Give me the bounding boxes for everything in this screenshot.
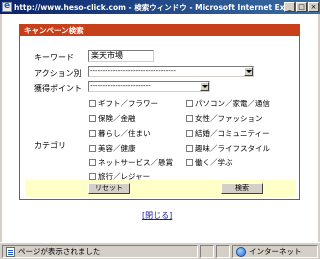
- checkbox[interactable]: [89, 159, 96, 166]
- category-label-text: 保険／金融: [98, 114, 136, 123]
- security-zone: インターネット: [249, 247, 302, 256]
- category-label-text: 結婚／コミュニティー: [195, 129, 270, 138]
- checkbox[interactable]: [89, 115, 96, 122]
- ie-icon: [2, 1, 12, 12]
- status-bar: ページが表示されました インターネット: [0, 242, 320, 259]
- category-label-text: パソコン／家電／通信: [195, 99, 270, 108]
- status-message: ページが表示されました: [18, 247, 101, 256]
- window-titlebar: http://www.heso-click.com - 検索ウィンドウ - Mi…: [0, 0, 320, 14]
- category-label-text: 暮らし／住まい: [98, 129, 151, 138]
- keyword-label: キーワード: [34, 53, 74, 62]
- category-label-text: 働く／学ぶ: [195, 158, 233, 167]
- page-content: キャンペーン検索 キーワード 楽天市場 アクション別 -------------…: [2, 14, 318, 242]
- status-message-cell: ページが表示されました: [2, 245, 198, 258]
- category-label-text: 女性／ファッション: [195, 114, 263, 123]
- security-zone-cell: インターネット: [232, 245, 318, 258]
- category-checkbox[interactable]: 美容／健康: [89, 143, 136, 154]
- checkbox[interactable]: [89, 145, 96, 152]
- campaign-search-panel: キャンペーン検索 キーワード 楽天市場 アクション別 -------------…: [19, 24, 300, 200]
- status-cell-empty: [216, 245, 230, 258]
- maximize-button[interactable]: □: [296, 2, 307, 12]
- reset-button[interactable]: リセット: [88, 183, 130, 194]
- category-checkbox[interactable]: パソコン／家電／通信: [186, 98, 270, 109]
- window-title: http://www.heso-click.com - 検索ウィンドウ - Mi…: [14, 2, 284, 12]
- category-checkbox[interactable]: 保険／金融: [89, 113, 136, 124]
- close-window-link[interactable]: [閉じる]: [142, 210, 172, 221]
- action-select[interactable]: ----------------------------------: [88, 66, 254, 77]
- checkbox[interactable]: [186, 159, 193, 166]
- category-label-text: 美容／健康: [98, 144, 136, 153]
- checkbox[interactable]: [89, 130, 96, 137]
- page-done-icon: [6, 246, 15, 257]
- category-checkbox[interactable]: 趣味／ライフスタイル: [186, 143, 270, 154]
- checkbox[interactable]: [186, 100, 193, 107]
- checkbox[interactable]: [186, 115, 193, 122]
- chevron-down-icon[interactable]: [200, 82, 209, 91]
- globe-icon: [236, 246, 246, 257]
- action-select-value: ----------------------------------: [90, 67, 176, 75]
- category-label-text: 趣味／ライフスタイル: [195, 144, 270, 153]
- category-label: カテゴリ: [34, 141, 66, 150]
- chevron-down-icon[interactable]: [244, 67, 253, 76]
- point-label: 獲得ポイント: [34, 84, 82, 93]
- category-checkbox[interactable]: 暮らし／住まい: [89, 128, 151, 139]
- category-checkbox[interactable]: ネットサービス／懸賞: [89, 157, 173, 168]
- status-cell-empty: [200, 245, 214, 258]
- action-label: アクション別: [34, 69, 82, 78]
- point-select[interactable]: ------------------------: [88, 81, 210, 92]
- checkbox[interactable]: [186, 130, 193, 137]
- checkbox[interactable]: [186, 145, 193, 152]
- panel-header: キャンペーン検索: [20, 25, 299, 36]
- category-checkbox[interactable]: 働く／学ぶ: [186, 157, 233, 168]
- checkbox[interactable]: [89, 100, 96, 107]
- checkbox[interactable]: [89, 173, 96, 180]
- category-checkbox[interactable]: ギフト／フラワー: [89, 98, 158, 109]
- category-checkbox[interactable]: 結婚／コミュニティー: [186, 128, 270, 139]
- point-select-value: ------------------------: [90, 82, 151, 90]
- category-label-text: ネットサービス／懸賞: [98, 158, 173, 167]
- category-checkbox[interactable]: 女性／ファッション: [186, 113, 263, 124]
- search-button[interactable]: 検索: [221, 183, 263, 194]
- minimize-button[interactable]: _: [284, 2, 295, 12]
- close-button[interactable]: ×: [308, 2, 319, 12]
- keyword-input[interactable]: 楽天市場: [88, 50, 154, 62]
- category-label-text: ギフト／フラワー: [98, 99, 158, 108]
